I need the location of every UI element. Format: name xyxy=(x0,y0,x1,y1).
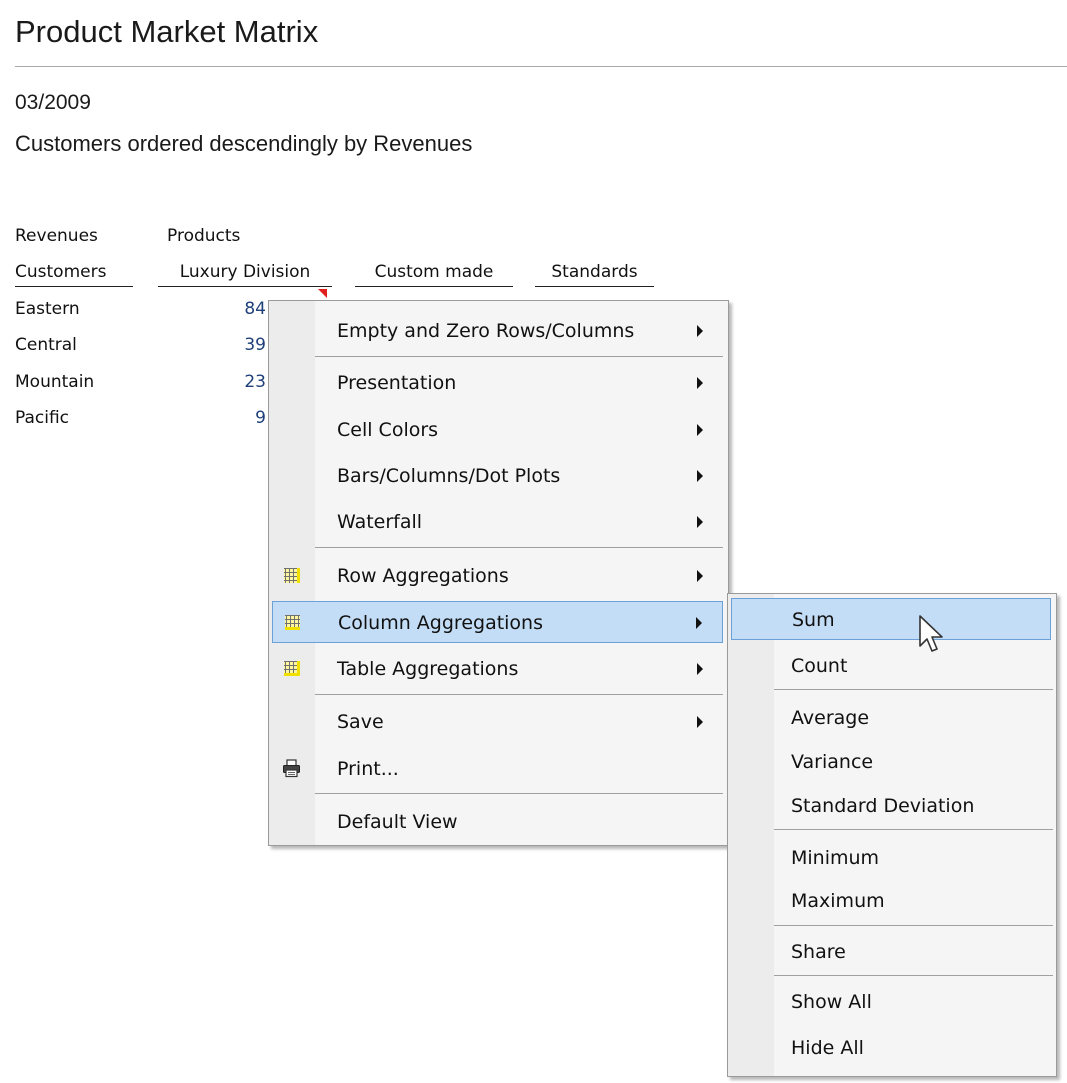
grid-icon xyxy=(285,615,300,630)
menu-item-label: Share xyxy=(791,941,846,963)
menu-item-default-view[interactable]: Default View xyxy=(272,801,723,843)
column-header-standards[interactable]: Standards xyxy=(535,261,654,287)
column-header-luxury-division[interactable]: Luxury Division xyxy=(158,261,332,287)
menu-item-waterfall[interactable]: Waterfall xyxy=(272,501,723,543)
cell-central-luxury[interactable]: 39 xyxy=(200,334,266,356)
row-dimension-header[interactable]: Customers xyxy=(15,261,133,287)
submenu-item-variance[interactable]: Variance xyxy=(731,741,1051,783)
menu-separator xyxy=(774,975,1053,976)
measure-label[interactable]: Revenues xyxy=(15,225,98,247)
row-label-central[interactable]: Central xyxy=(15,334,77,356)
cell-mountain-luxury[interactable]: 23 xyxy=(200,371,266,393)
menu-separator xyxy=(315,694,723,695)
report-subtitle: Customers ordered descendingly by Revenu… xyxy=(15,131,473,156)
submenu-item-average[interactable]: Average xyxy=(731,697,1051,739)
submenu-arrow-icon xyxy=(697,663,703,675)
column-dimension-label[interactable]: Products xyxy=(167,225,240,247)
menu-item-label: Average xyxy=(791,707,870,729)
submenu-item-show-all[interactable]: Show All xyxy=(731,981,1051,1023)
column-aggregations-submenu: Sum Count Average Variance Standard Devi… xyxy=(727,593,1057,1077)
title-divider xyxy=(15,66,1067,67)
submenu-arrow-icon xyxy=(696,617,702,629)
menu-item-label: Bars/Columns/Dot Plots xyxy=(337,465,561,487)
menu-separator xyxy=(315,793,723,794)
menu-item-row-aggregations[interactable]: Row Aggregations xyxy=(272,555,723,597)
menu-item-label: Table Aggregations xyxy=(337,658,519,680)
submenu-arrow-icon xyxy=(697,377,703,389)
menu-item-bars-columns-dot-plots[interactable]: Bars/Columns/Dot Plots xyxy=(272,455,723,497)
grid-icon xyxy=(284,568,300,583)
menu-item-label: Waterfall xyxy=(337,511,423,533)
menu-item-empty-zero-rows-columns[interactable]: Empty and Zero Rows/Columns xyxy=(272,310,723,352)
menu-separator xyxy=(774,925,1053,926)
menu-item-print[interactable]: Print... xyxy=(272,748,723,790)
menu-item-label: Count xyxy=(791,655,848,677)
printer-icon xyxy=(283,759,300,778)
menu-item-label: Show All xyxy=(791,991,872,1013)
menu-item-presentation[interactable]: Presentation xyxy=(272,362,723,404)
menu-item-label: Cell Colors xyxy=(337,419,439,441)
menu-item-label: Row Aggregations xyxy=(337,565,509,587)
menu-item-label: Minimum xyxy=(791,847,880,869)
submenu-item-minimum[interactable]: Minimum xyxy=(731,837,1051,879)
grid-icon xyxy=(284,661,300,676)
submenu-arrow-icon xyxy=(697,470,703,482)
cell-eastern-luxury[interactable]: 84 xyxy=(200,298,266,320)
comment-marker xyxy=(318,289,327,298)
menu-item-label: Empty and Zero Rows/Columns xyxy=(337,320,635,342)
cell-pacific-luxury[interactable]: 9 xyxy=(200,407,266,429)
submenu-item-hide-all[interactable]: Hide All xyxy=(731,1027,1051,1069)
submenu-item-share[interactable]: Share xyxy=(731,931,1051,973)
menu-item-save[interactable]: Save xyxy=(272,701,723,743)
menu-item-label: Column Aggregations xyxy=(338,612,544,634)
report-period: 03/2009 xyxy=(15,91,91,114)
row-label-pacific[interactable]: Pacific xyxy=(15,407,69,429)
menu-separator xyxy=(774,689,1053,690)
submenu-item-count[interactable]: Count xyxy=(731,645,1051,687)
submenu-arrow-icon xyxy=(697,570,703,582)
mouse-pointer-icon xyxy=(919,615,943,652)
submenu-arrow-icon xyxy=(697,325,703,337)
menu-item-label: Default View xyxy=(337,811,458,833)
menu-item-cell-colors[interactable]: Cell Colors xyxy=(272,409,723,451)
menu-separator xyxy=(774,829,1053,830)
column-header-custom-made[interactable]: Custom made xyxy=(355,261,513,287)
submenu-arrow-icon xyxy=(697,424,703,436)
menu-item-column-aggregations[interactable]: Column Aggregations xyxy=(272,601,723,643)
menu-separator xyxy=(315,547,723,548)
menu-separator xyxy=(315,356,723,357)
menu-item-label: Presentation xyxy=(337,372,457,394)
row-label-eastern[interactable]: Eastern xyxy=(15,298,80,320)
submenu-arrow-icon xyxy=(697,716,703,728)
page-title: Product Market Matrix xyxy=(15,14,319,49)
submenu-item-sum[interactable]: Sum xyxy=(731,598,1051,640)
menu-item-table-aggregations[interactable]: Table Aggregations xyxy=(272,648,723,690)
submenu-item-standard-deviation[interactable]: Standard Deviation xyxy=(731,785,1051,827)
context-menu: Empty and Zero Rows/Columns Presentation… xyxy=(268,300,729,846)
menu-item-label: Save xyxy=(337,711,384,733)
submenu-item-maximum[interactable]: Maximum xyxy=(731,880,1051,922)
submenu-arrow-icon xyxy=(697,516,703,528)
menu-item-label: Hide All xyxy=(791,1037,864,1059)
row-label-mountain[interactable]: Mountain xyxy=(15,371,94,393)
menu-item-label: Print... xyxy=(337,758,399,780)
menu-item-label: Variance xyxy=(791,751,874,773)
menu-item-label: Maximum xyxy=(791,890,885,912)
menu-item-label: Standard Deviation xyxy=(791,795,975,817)
menu-item-label: Sum xyxy=(792,609,835,631)
